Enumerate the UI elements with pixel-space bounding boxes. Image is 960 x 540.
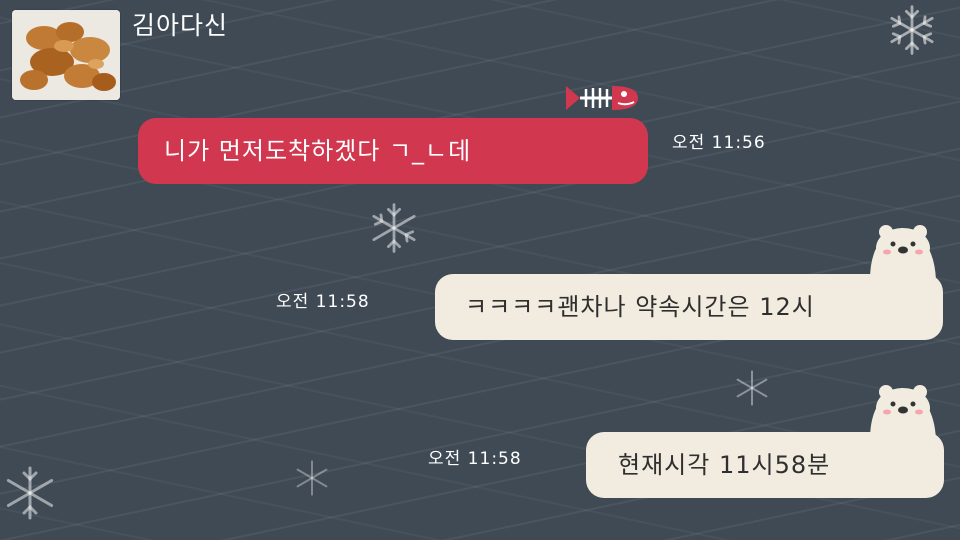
message-bubble-outgoing[interactable]: ㅋㅋㅋㅋ괜차나 약속시간은 12시 xyxy=(435,274,943,340)
polar-bear-icon xyxy=(870,225,936,280)
message-timestamp: 오전 11:58 xyxy=(276,292,370,312)
message-timestamp: 오전 11:56 xyxy=(672,133,766,153)
message-bubble-outgoing[interactable]: 현재시각 11시58분 xyxy=(586,432,944,498)
message-timestamp: 오전 11:58 xyxy=(428,449,522,469)
fried-chicken-photo xyxy=(12,10,120,100)
snowflake-icon xyxy=(890,5,934,55)
message-text: ㅋㅋㅋㅋ괜차나 약속시간은 12시 xyxy=(465,293,815,321)
sender-name: 김아다신 xyxy=(132,11,229,40)
fish-bone-icon xyxy=(566,86,638,110)
polar-bear-icon xyxy=(870,385,936,440)
snowflake-icon xyxy=(6,466,54,520)
message-text: 현재시각 11시58분 xyxy=(618,451,831,479)
message-text: 니가 먼저도착하겠다 ㄱ_ㄴ데 xyxy=(164,137,472,165)
snowflake-icon xyxy=(372,203,416,253)
avatar[interactable] xyxy=(12,10,120,100)
snowflake-icon xyxy=(296,460,328,496)
message-bubble-incoming[interactable]: 니가 먼저도착하겠다 ㄱ_ㄴ데 xyxy=(138,118,648,184)
snowflake-icon xyxy=(736,370,768,406)
